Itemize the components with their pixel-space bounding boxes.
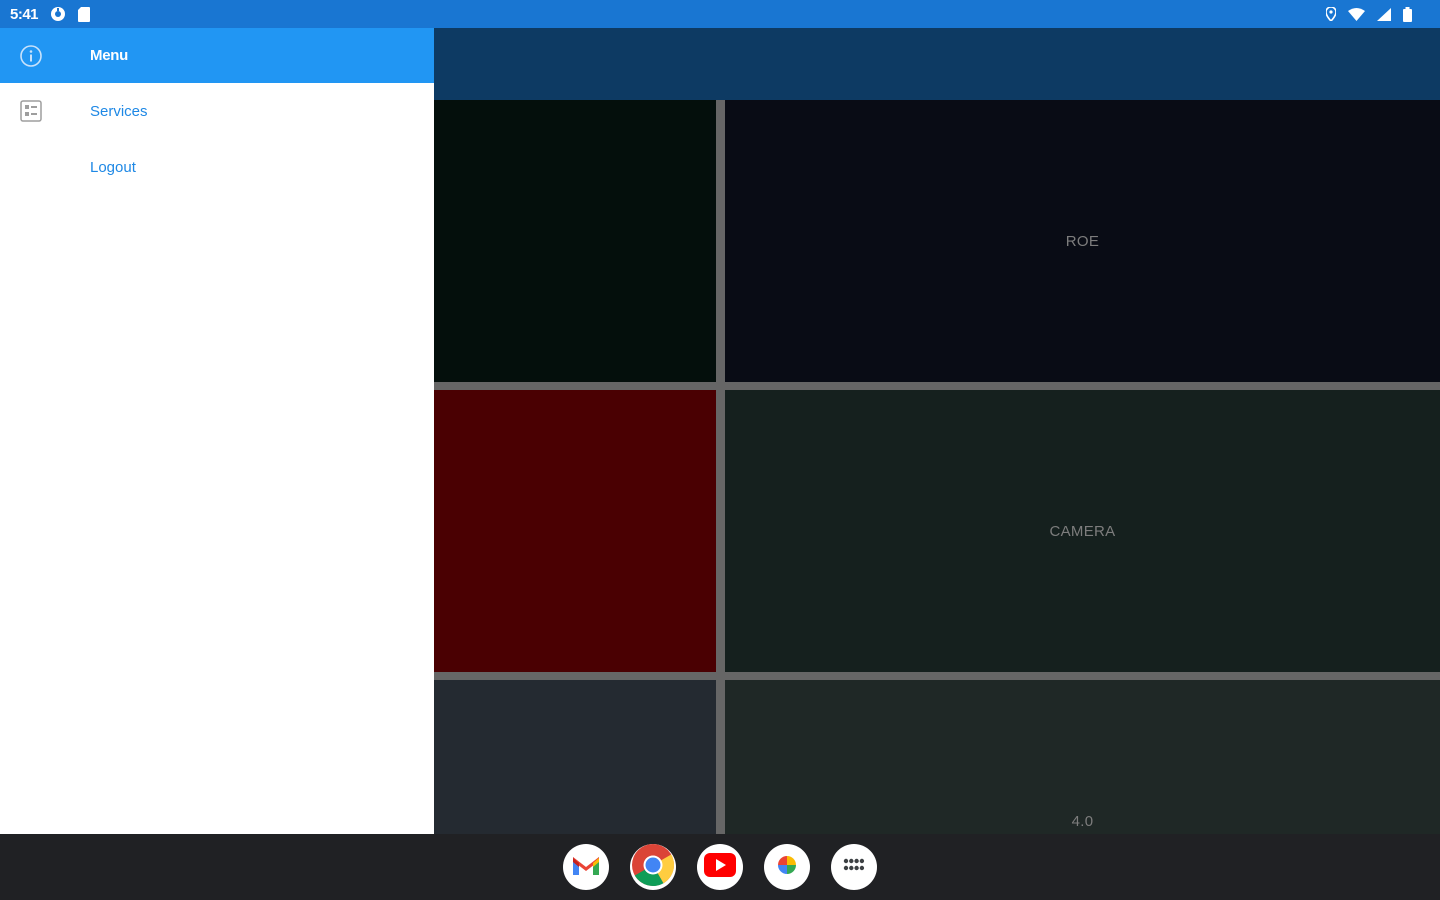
tile-version[interactable]: 4.0 xyxy=(725,680,1440,834)
grid-list-icon xyxy=(0,99,90,123)
tile-label: 4.0 xyxy=(1071,813,1094,830)
drawer-item-logout[interactable]: Logout xyxy=(0,139,434,195)
info-icon xyxy=(0,44,90,68)
tile-slate[interactable] xyxy=(434,680,716,834)
youtube-app[interactable] xyxy=(697,844,743,890)
navigation-drawer: Menu Services Logout xyxy=(0,28,434,834)
drawer-item-label: Logout xyxy=(90,158,136,176)
status-bar: 5:41 xyxy=(0,0,1440,28)
sim-card-icon xyxy=(78,6,91,22)
tile-grid: ROE CAMERA 4.0 xyxy=(434,100,1440,834)
app-launcher[interactable] xyxy=(831,844,877,890)
tile-roe[interactable]: ROE xyxy=(725,100,1440,382)
wifi-icon xyxy=(1348,7,1365,21)
drawer-item-services[interactable]: Services xyxy=(0,83,434,139)
tile-camera[interactable]: CAMERA xyxy=(725,390,1440,672)
status-bar-right xyxy=(1326,6,1412,22)
gmail-app[interactable] xyxy=(563,844,609,890)
gmail-icon xyxy=(571,853,601,882)
tile-dark-red[interactable] xyxy=(434,390,716,672)
tile-label: CAMERA xyxy=(1049,522,1116,540)
drawer-header-label: Menu xyxy=(90,47,128,64)
tile-label: ROE xyxy=(1065,232,1100,250)
status-bar-left: 5:41 xyxy=(10,5,91,23)
main-content: ROE CAMERA 4.0 xyxy=(434,28,1440,834)
location-icon xyxy=(1326,7,1336,21)
settings-notification-icon xyxy=(50,6,66,22)
chrome-app[interactable] xyxy=(630,843,676,892)
app-bar xyxy=(434,28,1440,100)
photos-icon xyxy=(772,850,802,885)
app-launcher-icon xyxy=(843,858,865,877)
photos-app[interactable] xyxy=(764,844,810,890)
youtube-icon xyxy=(704,852,736,882)
battery-icon xyxy=(1403,6,1412,22)
chrome-icon xyxy=(631,843,675,892)
tile-dark-green[interactable] xyxy=(434,100,716,382)
drawer-item-label: Services xyxy=(90,102,148,120)
taskbar xyxy=(0,834,1440,900)
cellular-signal-icon xyxy=(1377,7,1391,21)
drawer-header-menu[interactable]: Menu xyxy=(0,28,434,83)
status-time: 5:41 xyxy=(10,5,39,23)
